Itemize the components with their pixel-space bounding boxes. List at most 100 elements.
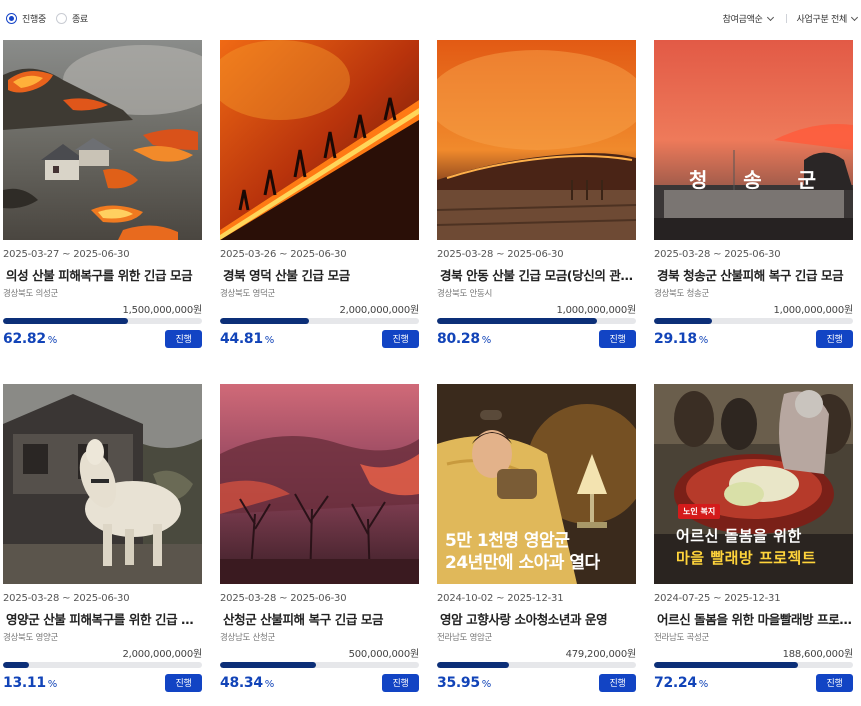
radio-ended-label: 종료 [71, 15, 88, 25]
progress-percent: 44.81% [220, 331, 274, 347]
campaign-title[interactable]: 산청군 산불피해 복구 긴급 모금 [220, 609, 419, 626]
sort-dropdown[interactable]: 참여금액순 [722, 12, 774, 25]
progress-percent: 13.11% [3, 675, 57, 691]
radio-unchecked-icon [55, 13, 67, 24]
progress-percent-value: 72.24 [654, 674, 697, 691]
progress-percent-value: 62.82 [3, 330, 46, 347]
campaign-date: 2024-07-25 ~ 2025-12-31 [654, 593, 781, 604]
progress-bar [3, 662, 202, 668]
progress-fill [654, 318, 713, 324]
campaign-card[interactable]: 노인 복지 어르신 돌봄을 위한 마을 빨래방 프로젝트 2024-07-25 … [654, 384, 853, 692]
progress-fill [220, 318, 310, 324]
image-headline-line1: 어르신 돌봄을 위한 [676, 527, 802, 545]
campaign-date: 2025-03-28 ~ 2025-06-30 [654, 249, 781, 260]
progress-percent: 48.34% [220, 675, 274, 691]
card-footer: 80.28% 진행 [437, 328, 636, 349]
chevron-down-icon [850, 13, 859, 21]
campaign-goal-amount: 2,000,000,000원 [339, 305, 419, 316]
campaign-region: 전라남도 곡성군 [654, 633, 710, 643]
campaign-region: 전라남도 영암군 [437, 633, 493, 643]
percent-unit: % [698, 334, 709, 346]
campaign-title[interactable]: 경북 청송군 산불피해 복구 긴급 모금 [654, 265, 853, 282]
progress-percent-value: 13.11 [3, 674, 46, 691]
campaign-date: 2025-03-26 ~ 2025-06-30 [220, 249, 347, 260]
campaign-card[interactable]: 2025-03-28 ~ 2025-06-30 영양군 산불 피해복구를 위한 … [3, 384, 202, 692]
status-radio-group: 진행중 종료 [6, 12, 98, 25]
status-badge: 진행 [382, 673, 419, 692]
campaign-image-yeongdeok-fire [220, 40, 419, 240]
card-footer: 29.18% 진행 [654, 328, 853, 349]
campaign-image-andong-fire [437, 40, 636, 240]
progress-percent: 72.24% [654, 675, 708, 691]
progress-bar [3, 318, 202, 324]
progress-bar [220, 662, 419, 668]
campaign-region: 경상북도 영양군 [3, 633, 59, 643]
image-headline-line2: 24년만에 소아과 열다 [445, 553, 600, 573]
progress-percent: 29.18% [654, 331, 708, 347]
campaign-card[interactable]: 2025-03-28 ~ 2025-06-30 경북 안동 산불 긴급 모금(당… [437, 40, 636, 348]
radio-ongoing[interactable]: 진행중 [6, 12, 46, 25]
wildfire-ridge-illustration [437, 40, 636, 240]
progress-bar [437, 318, 636, 324]
progress-fill [3, 662, 30, 668]
campaign-card[interactable]: 5만 1천명 영암군 24년만에 소아과 열다 2024-10-02 ~ 202… [437, 384, 636, 692]
progress-bar [437, 662, 636, 668]
radio-checked-icon [6, 13, 17, 24]
campaign-goal-amount: 188,600,000원 [782, 649, 854, 660]
progress-fill [437, 318, 597, 324]
wildfire-county-office-illustration [654, 40, 853, 240]
progress-fill [220, 662, 317, 668]
campaign-date: 2025-03-27 ~ 2025-06-30 [3, 249, 130, 260]
campaign-title[interactable]: 의성 산불 피해복구를 위한 긴급 모금 [3, 265, 202, 282]
category-tag: 노인 복지 [678, 504, 721, 519]
campaign-region: 경상북도 의성군 [3, 289, 59, 299]
progress-bar [654, 662, 853, 668]
campaign-image-uiseong-fire [3, 40, 202, 240]
wildfire-orchard-illustration [220, 384, 419, 584]
campaign-image-cheongsong-fire: 청 송 군 [654, 40, 853, 240]
campaign-card[interactable]: 2025-03-27 ~ 2025-06-30 의성 산불 피해복구를 위한 긴… [3, 40, 202, 348]
sort-controls: 참여금액순 사업구분 전체 [722, 12, 859, 25]
category-dropdown[interactable]: 사업구분 전체 [797, 12, 859, 25]
image-headline-line1: 5만 1천명 영암군 [445, 531, 570, 551]
campaign-region: 경상남도 산청군 [220, 633, 276, 643]
sign-char: 군 [797, 168, 819, 192]
campaign-card[interactable]: 2025-03-28 ~ 2025-06-30 산청군 산불피해 복구 긴급 모… [220, 384, 419, 692]
progress-fill [3, 318, 128, 324]
progress-bar [220, 318, 419, 324]
sort-dropdown-label: 참여금액순 [722, 15, 763, 25]
campaign-goal-amount: 1,000,000,000원 [773, 305, 853, 316]
image-headline-line2: 마을 빨래방 프로젝트 [676, 549, 817, 567]
card-footer: 62.82% 진행 [3, 328, 202, 349]
campaign-grid: 2025-03-27 ~ 2025-06-30 의성 산불 피해복구를 위한 긴… [3, 40, 859, 692]
wildfire-hillside-illustration [220, 40, 419, 240]
progress-percent-value: 29.18 [654, 330, 697, 347]
status-badge: 진행 [816, 329, 853, 348]
radio-ended[interactable]: 종료 [55, 12, 88, 25]
status-badge: 진행 [165, 673, 202, 692]
campaign-card[interactable]: 청 송 군 2025-03-28 ~ 2025-06-30 경북 청송군 산불피… [654, 40, 853, 348]
campaign-title[interactable]: 어르신 돌봄을 위한 마을빨래방 프로젝트 [654, 609, 853, 626]
progress-bar [654, 318, 853, 324]
campaign-image-yeongam-pediatrics: 5만 1천명 영암군 24년만에 소아과 열다 [437, 384, 636, 584]
percent-unit: % [481, 678, 492, 690]
campaign-card[interactable]: 2025-03-26 ~ 2025-06-30 경북 영덕 산불 긴급 모금 경… [220, 40, 419, 348]
percent-unit: % [264, 334, 275, 346]
progress-percent-value: 80.28 [437, 330, 480, 347]
campaign-title[interactable]: 경북 안동 산불 긴급 모금(당신의 관심이 필요합니다) [437, 265, 636, 282]
sign-char: 송 [743, 168, 764, 192]
sign-char: 청 [688, 168, 710, 192]
progress-fill [437, 662, 509, 668]
campaign-title[interactable]: 영암 고향사랑 소아청소년과 운영 [437, 609, 636, 626]
campaign-title[interactable]: 경북 영덕 산불 긴급 모금 [220, 265, 419, 282]
status-badge: 진행 [382, 329, 419, 348]
campaign-title[interactable]: 영양군 산불 피해복구를 위한 긴급 모금 [3, 609, 202, 626]
percent-unit: % [481, 334, 492, 346]
status-badge: 진행 [599, 673, 636, 692]
campaign-date: 2024-10-02 ~ 2025-12-31 [437, 593, 564, 604]
card-footer: 13.11% 진행 [3, 672, 202, 693]
percent-unit: % [47, 678, 58, 690]
chevron-down-icon [766, 13, 774, 21]
percent-unit: % [698, 678, 709, 690]
campaign-region: 경상북도 청송군 [654, 289, 710, 299]
